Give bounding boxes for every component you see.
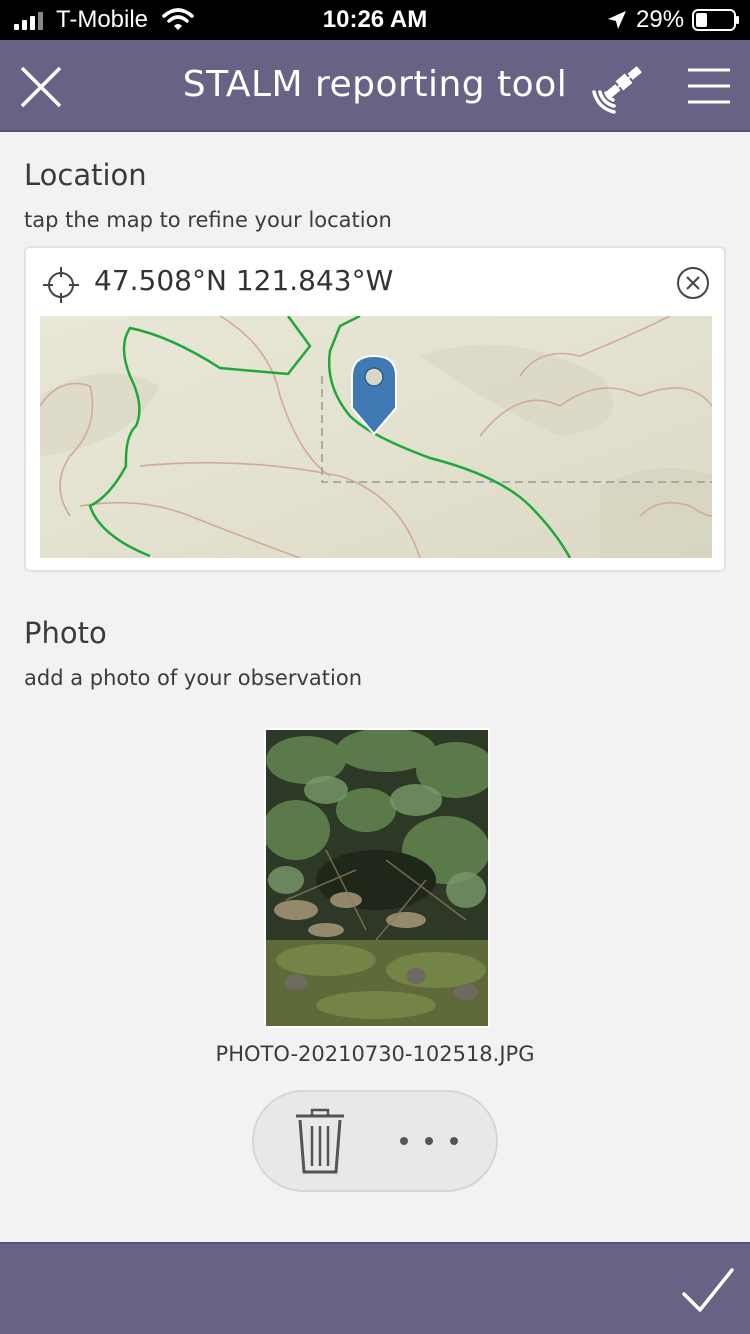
trash-icon[interactable] bbox=[294, 1108, 346, 1174]
app-header: STALM reporting tool bbox=[0, 40, 750, 132]
status-bar: T-Mobile 10:26 AM 29% bbox=[0, 0, 750, 40]
photo-actions bbox=[252, 1090, 498, 1192]
battery-percent: 29% bbox=[636, 6, 685, 33]
photo-title: Photo bbox=[24, 616, 107, 650]
crosshair-icon[interactable] bbox=[42, 266, 80, 304]
battery-icon bbox=[692, 9, 739, 31]
location-card: 47.508°N 121.843°W bbox=[24, 246, 726, 572]
photo-hint: add a photo of your observation bbox=[24, 666, 362, 690]
clear-circle-icon[interactable] bbox=[676, 266, 710, 300]
hamburger-menu-icon[interactable] bbox=[686, 66, 732, 106]
location-coordinates: 47.508°N 121.843°W bbox=[94, 264, 394, 297]
photo-image bbox=[266, 730, 488, 1026]
close-icon[interactable] bbox=[18, 64, 64, 110]
location-hint: tap the map to refine your location bbox=[24, 208, 392, 232]
more-dots-icon[interactable] bbox=[394, 1126, 464, 1156]
checkmark-icon[interactable] bbox=[680, 1264, 736, 1316]
app-title: STALM reporting tool bbox=[182, 64, 568, 105]
photo-thumbnail[interactable] bbox=[264, 728, 490, 1028]
location-map[interactable] bbox=[40, 316, 712, 558]
location-title: Location bbox=[24, 158, 147, 192]
location-arrow-icon bbox=[608, 11, 626, 29]
photo-filename: PHOTO-20210730-102518.JPG bbox=[215, 1042, 535, 1066]
bottom-toolbar bbox=[0, 1242, 750, 1334]
satellite-icon[interactable] bbox=[588, 56, 650, 118]
